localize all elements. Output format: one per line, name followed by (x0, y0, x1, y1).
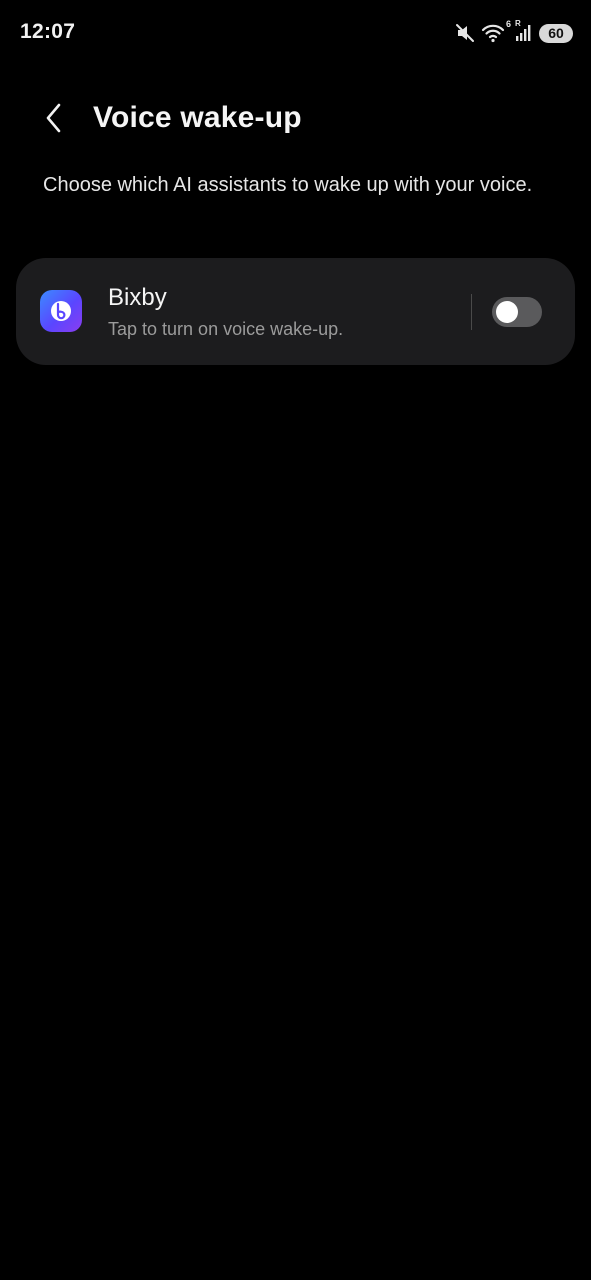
bixby-icon (40, 290, 82, 332)
chevron-left-icon (44, 102, 64, 139)
signal-badge: R (515, 19, 521, 28)
header: Voice wake-up (0, 96, 591, 146)
divider (471, 294, 472, 330)
page-description: Choose which AI assistants to wake up wi… (43, 174, 533, 196)
wifi-badge: 6 (505, 19, 511, 29)
mute-icon (455, 23, 475, 43)
signal-icon: R (515, 19, 533, 43)
voice-wakeup-toggle[interactable] (492, 297, 542, 327)
assistant-name: Bixby (108, 284, 167, 311)
toggle-knob (496, 301, 518, 323)
back-button[interactable] (34, 100, 74, 140)
status-time: 12:07 (20, 20, 76, 43)
assistant-subtitle: Tap to turn on voice wake-up. (108, 319, 344, 339)
status-bar: 12:07 6 R 60 (0, 0, 591, 66)
wifi-icon: 6 (481, 19, 511, 43)
page-title: Voice wake-up (93, 101, 302, 134)
assistant-card-bixby[interactable]: Bixby Tap to turn on voice wake-up. (16, 258, 575, 365)
battery-indicator: 60 (539, 23, 573, 43)
status-icons: 6 R 60 (455, 19, 573, 46)
